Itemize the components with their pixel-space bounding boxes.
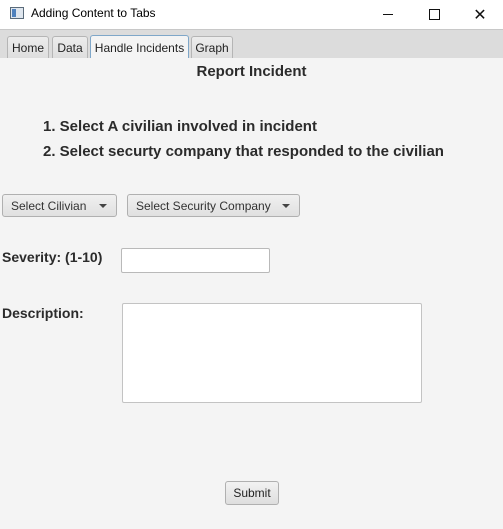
severity-input[interactable]: [121, 248, 270, 273]
severity-label: Severity: (1-10): [2, 249, 103, 265]
tab-bar: Home Data Handle Incidents Graph: [0, 29, 503, 59]
civilian-select-label: Select Cilivian: [11, 198, 87, 213]
app-icon: [10, 7, 24, 19]
submit-button[interactable]: Submit: [225, 481, 279, 505]
tab-handle-incidents[interactable]: Handle Incidents: [90, 35, 189, 59]
description-label: Description:: [2, 305, 84, 321]
instruction-2: 2. Select securty company that responded…: [43, 143, 444, 160]
minimize-icon: [383, 14, 393, 15]
title-bar[interactable]: Adding Content to Tabs ✕: [0, 0, 503, 29]
close-icon: ✕: [473, 4, 487, 24]
civilian-select[interactable]: Select Cilivian: [2, 194, 117, 217]
minimize-button[interactable]: [365, 0, 411, 29]
tab-home[interactable]: Home: [7, 36, 49, 58]
tab-graph[interactable]: Graph: [191, 36, 233, 58]
close-button[interactable]: ✕: [457, 0, 503, 29]
tab-content: Report Incident 1. Select A civilian inv…: [0, 58, 503, 529]
tab-data[interactable]: Data: [52, 36, 88, 58]
window-title: Adding Content to Tabs: [31, 6, 156, 20]
instruction-1: 1. Select A civilian involved in inciden…: [43, 118, 317, 135]
chevron-down-icon: [282, 204, 290, 208]
security-company-select[interactable]: Select Security Company: [127, 194, 300, 217]
page-title: Report Incident: [196, 63, 307, 80]
chevron-down-icon: [99, 204, 107, 208]
app-window: Adding Content to Tabs ✕ Home Data Handl…: [0, 0, 503, 529]
maximize-icon: [428, 9, 440, 20]
description-textarea[interactable]: [122, 303, 422, 403]
security-company-select-label: Select Security Company: [136, 198, 271, 213]
maximize-button[interactable]: [411, 0, 457, 29]
